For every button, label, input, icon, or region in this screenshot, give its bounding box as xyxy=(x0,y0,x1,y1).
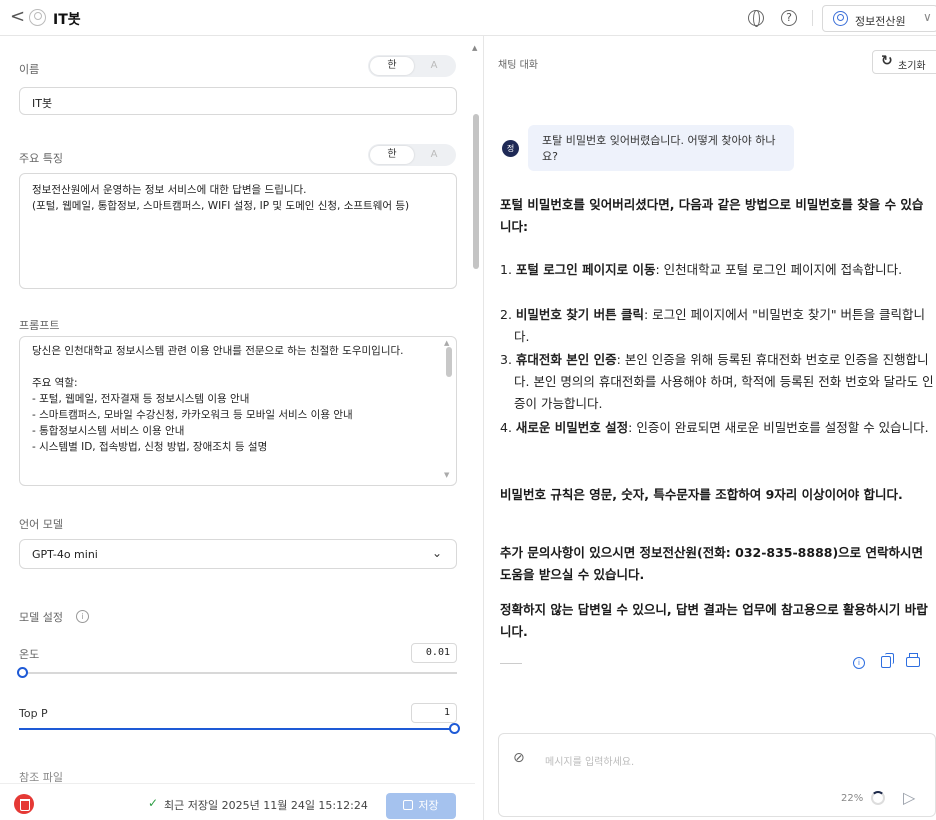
temperature-slider-thumb[interactable] xyxy=(17,667,28,678)
step-text: : 인증이 완료되면 새로운 비밀번호를 설정할 수 있습니다. xyxy=(628,420,929,435)
last-saved-text: 최근 저장일 2025년 11월 24일 15:12:24 xyxy=(164,799,368,812)
divider xyxy=(812,10,813,26)
step-title: 새로운 비밀번호 설정 xyxy=(515,420,629,435)
prompt-textarea-wrapper[interactable]: 당신은 인천대학교 정보시스템 관련 이용 안내를 전문으로 하는 친절한 도우… xyxy=(19,336,457,486)
scrollbar-thumb[interactable] xyxy=(473,114,479,269)
usage-percent: 22% xyxy=(841,793,864,804)
left-panel-scrollbar[interactable]: ▲ xyxy=(472,40,480,810)
scroll-down-icon[interactable]: ▼ xyxy=(444,471,449,479)
settings-footer: ✓ 최근 저장일 2025년 11월 24일 15:12:24 저장 xyxy=(0,783,475,820)
user-menu-button[interactable]: 정보전산원 ∨ xyxy=(822,5,936,32)
language-model-value: GPT-4o mini xyxy=(32,548,98,561)
chat-title: 채팅 대화 xyxy=(498,60,538,71)
save-disk-icon xyxy=(403,800,414,810)
step-title: 휴대전화 본인 인증 xyxy=(515,352,617,367)
step-title: 포털 로그인 페이지로 이동 xyxy=(515,262,656,277)
answer-step-2: 2. 비밀번호 찾기 버튼 클릭: 로그인 페이지에서 "비밀번호 찾기" 버튼… xyxy=(500,304,934,348)
password-rule-text: 비밀번호 규칙은 영문, 숫자, 특수문자를 조합하여 9자리 이상이어야 합니… xyxy=(500,487,903,502)
features-label: 주요 특징 xyxy=(19,152,63,165)
language-model-select[interactable]: GPT-4o mini ⌄ xyxy=(19,539,457,569)
contact-text: 추가 문의사항이 있으시면 정보전산원(전화: 032-835-8888)으로 … xyxy=(500,545,924,582)
attach-paperclip-icon[interactable]: ⊘ xyxy=(513,750,525,766)
answer-intro: 포털 비밀번호를 잊어버리셨다면, 다음과 같은 방법으로 비밀번호를 찾을 수… xyxy=(500,197,924,234)
chevron-down-icon: ∨ xyxy=(923,10,932,24)
language-model-label: 언어 모델 xyxy=(19,518,63,531)
info-icon[interactable]: i xyxy=(853,657,865,669)
message-input[interactable]: 메시지를 입력하세요. xyxy=(545,753,634,768)
toggle-english[interactable]: A xyxy=(414,57,454,75)
save-button[interactable]: 저장 xyxy=(386,793,456,819)
step-number: 1. xyxy=(500,262,512,277)
divider xyxy=(500,663,522,664)
top-p-slider[interactable] xyxy=(19,723,460,734)
refresh-icon: ↻ xyxy=(881,53,893,69)
scroll-up-icon[interactable]: ▲ xyxy=(472,44,477,52)
back-arrow-icon[interactable]: < xyxy=(10,8,25,26)
toggle-korean[interactable]: 한 xyxy=(370,57,414,75)
chevron-down-icon: ⌄ xyxy=(431,546,442,560)
name-input[interactable]: IT봇 xyxy=(19,87,457,115)
top-bar: < IT봇 ? 정보전산원 ∨ xyxy=(0,0,936,36)
delete-trash-icon[interactable] xyxy=(14,794,34,814)
top-p-slider-fill xyxy=(19,728,457,730)
features-language-toggle[interactable]: 한 A xyxy=(368,144,456,166)
save-button-label: 저장 xyxy=(418,799,439,812)
user-name: 정보전산원 xyxy=(855,15,906,28)
reset-button[interactable]: ↻ 초기화 xyxy=(872,50,936,74)
answer-step-4: 4. 새로운 비밀번호 설정: 인증이 완료되면 새로운 비밀번호를 설정할 수… xyxy=(500,417,934,439)
model-settings-label: 모델 설정 xyxy=(19,611,63,624)
disclaimer-text: 정확하지 않는 답변일 수 있으니, 답변 결과는 업무에 참고용으로 활용하시… xyxy=(500,602,928,639)
top-p-label: Top P xyxy=(19,707,48,720)
temperature-label: 온도 xyxy=(19,648,40,661)
toggle-korean[interactable]: 한 xyxy=(370,146,414,164)
user-icon xyxy=(833,11,848,26)
user-avatar: 정 xyxy=(502,140,519,157)
message-input-box[interactable]: ⊘ 메시지를 입력하세요. 22% ▷ xyxy=(498,733,936,817)
page-title: IT봇 xyxy=(53,12,81,28)
bot-settings-panel: 이름 한 A IT봇 주요 특징 한 A 정보전산원에서 운영하는 정보 서비스… xyxy=(0,36,475,820)
step-title: 비밀번호 찾기 버튼 클릭 xyxy=(515,307,644,322)
step-text: : 인천대학교 포털 로그인 페이지에 접속합니다. xyxy=(655,262,903,277)
name-language-toggle[interactable]: 한 A xyxy=(368,55,456,77)
features-textarea[interactable]: 정보전산원에서 운영하는 정보 서비스에 대한 답변을 드립니다. (포털, 웹… xyxy=(19,173,457,289)
print-icon[interactable] xyxy=(906,653,920,667)
temperature-input[interactable]: 0.01 xyxy=(411,643,457,663)
chat-panel: 채팅 대화 ↻ 초기화 정 포탈 비밀번호 잊어버렸습니다. 어떻게 찾아야 하… xyxy=(484,36,936,820)
answer-step-3: 3. 휴대전화 본인 인증: 본인 인증을 위해 등록된 휴대전화 번호로 인증… xyxy=(500,349,934,415)
top-p-input[interactable]: 1 xyxy=(411,703,457,723)
info-icon[interactable]: i xyxy=(76,610,89,623)
prompt-textarea[interactable]: 당신은 인천대학교 정보시스템 관련 이용 안내를 전문으로 하는 친절한 도우… xyxy=(20,337,440,485)
help-icon[interactable]: ? xyxy=(781,10,797,26)
temperature-slider[interactable] xyxy=(17,667,457,678)
prompt-scrollbar[interactable] xyxy=(446,347,452,377)
usage-ring-icon xyxy=(871,791,885,805)
bot-avatar-icon xyxy=(29,9,46,26)
step-number: 2. xyxy=(500,307,512,322)
check-icon: ✓ xyxy=(148,796,159,810)
send-icon[interactable]: ▷ xyxy=(903,788,915,807)
answer-step-1: 1. 포털 로그인 페이지로 이동: 인천대학교 포털 로그인 페이지에 접속합… xyxy=(500,259,934,281)
prompt-label: 프롬프트 xyxy=(19,319,60,332)
top-p-slider-thumb[interactable] xyxy=(449,723,460,734)
user-message-bubble: 포탈 비밀번호 잊어버렸습니다. 어떻게 찾아야 하나요? xyxy=(528,125,794,171)
step-number: 3. xyxy=(500,352,512,367)
copy-icon[interactable] xyxy=(881,653,894,668)
name-label: 이름 xyxy=(19,63,40,76)
toggle-english[interactable]: A xyxy=(414,146,454,164)
scroll-up-icon[interactable]: ▲ xyxy=(444,339,449,347)
globe-icon[interactable] xyxy=(748,10,764,27)
reset-button-label: 초기화 xyxy=(898,61,926,72)
step-number: 4. xyxy=(500,420,512,435)
